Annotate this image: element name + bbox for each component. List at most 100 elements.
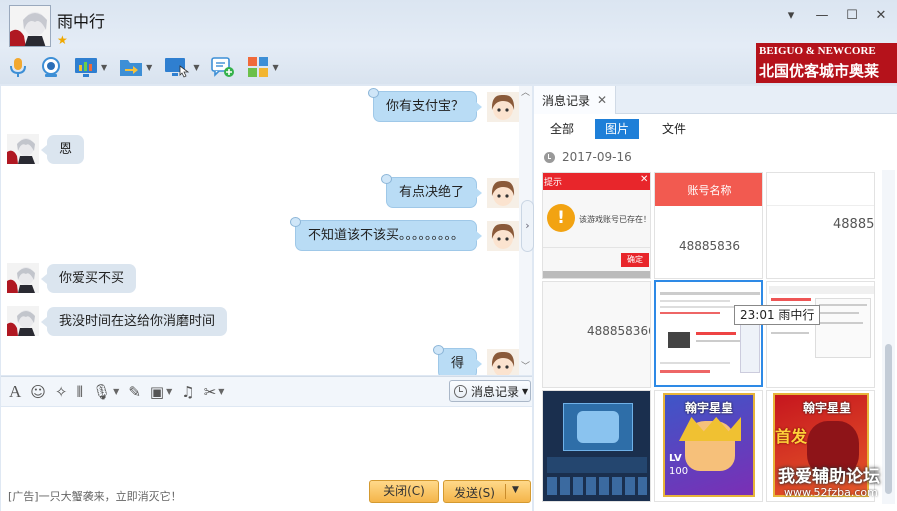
- watermark-logo: 我爱辅助论坛: [778, 467, 880, 487]
- shake-window-icon[interactable]: ⦀: [77, 383, 84, 401]
- chat-message-area: 你有支付宝？ 恩 有点决绝了 不知道该不该买。。。。。。。。。 你爱买不买 我没…: [1, 86, 532, 375]
- my-avatar[interactable]: [487, 177, 519, 208]
- close-button[interactable]: 关闭(C): [369, 480, 439, 503]
- maximize-icon[interactable]: ☐: [841, 6, 863, 26]
- card-name: 翰宇星皇: [803, 401, 852, 415]
- thumb-dialog-button: 确定: [621, 253, 649, 267]
- screenshot-scissors-icon[interactable]: ✂ ▼: [204, 383, 225, 401]
- message-row: 我没时间在这给你消磨时间: [7, 306, 228, 336]
- message-row: 恩: [7, 134, 85, 164]
- chevron-down-icon: ▼: [101, 62, 108, 72]
- message-bubble[interactable]: 得: [432, 345, 483, 375]
- date-group-header: 2017-09-16: [544, 150, 632, 164]
- message-bubble[interactable]: 我没时间在这给你消磨时间: [40, 306, 228, 336]
- ad-banner-subtitle: 北国优客城市奥莱: [759, 62, 880, 80]
- close-icon: ✕: [640, 174, 649, 185]
- message-bubble[interactable]: 你爱买不买: [40, 263, 137, 293]
- message-history-panel: 消息记录 ✕ 全部 图片 文件 2017-09-16 提示 ✕ ! 该游戏账号已…: [534, 86, 897, 511]
- send-file-button[interactable]: ▼: [119, 56, 152, 78]
- chat-header: 雨中行 ★ ▾ — ☐ ✕ ▼ ▼ ▼ ▼ BEIGUO & NEWCORE 北…: [0, 0, 897, 84]
- image-thumbnail[interactable]: [766, 281, 875, 388]
- my-avatar[interactable]: [487, 91, 519, 122]
- filter-files[interactable]: 文件: [652, 119, 696, 139]
- send-options-icon[interactable]: ▼: [512, 485, 519, 495]
- video-call-button[interactable]: [40, 56, 62, 78]
- message-bubble[interactable]: 不知道该不该买。。。。。。。。。: [289, 217, 483, 251]
- chat-add-icon: [211, 57, 235, 77]
- message-bubble[interactable]: 你有支付宝？: [367, 88, 483, 122]
- chevron-down-icon: ▼: [166, 387, 173, 396]
- chevron-down-icon: ▼: [218, 387, 225, 396]
- message-bubble[interactable]: 有点决绝了: [380, 174, 483, 208]
- thumb-value: 488858: [833, 217, 875, 232]
- message-history-label: 消息记录: [471, 384, 520, 399]
- contact-avatar-small[interactable]: [7, 134, 39, 164]
- folder-arrow-icon: [120, 60, 143, 76]
- card-level-value: 100: [669, 466, 689, 477]
- edit-icon[interactable]: ✎: [128, 383, 141, 401]
- image-thumbnail[interactable]: [542, 390, 651, 502]
- chevron-down-icon: ▼: [522, 386, 529, 396]
- message-row: 有点决绝了: [380, 174, 519, 208]
- message-history-button[interactable]: 消息记录 ▼: [449, 380, 531, 402]
- chevron-down-icon: ▼: [193, 62, 200, 72]
- remote-desktop-button[interactable]: ▼: [74, 56, 107, 78]
- image-icon[interactable]: ▣ ▼: [150, 383, 172, 401]
- thumb-dialog-message: 该游戏账号已存在！: [579, 215, 651, 224]
- contact-avatar-small[interactable]: [7, 263, 39, 293]
- ad-banner[interactable]: BEIGUO & NEWCORE 北国优客城市奥莱: [756, 43, 897, 83]
- screen-share-button[interactable]: ▼: [164, 56, 199, 78]
- panel-scrollbar-thumb[interactable]: [885, 344, 892, 494]
- close-tab-icon[interactable]: ✕: [597, 93, 607, 107]
- dropdown-icon[interactable]: ▾: [780, 6, 802, 26]
- image-thumbnail[interactable]: 488858: [766, 172, 875, 279]
- apps-grid-icon: [248, 57, 269, 77]
- scroll-down-icon[interactable]: ﹀: [520, 362, 531, 372]
- filter-images[interactable]: 图片: [595, 119, 640, 139]
- image-thumbnail[interactable]: 翰宇星皇 LV 100: [654, 390, 763, 502]
- chart-monitor-icon: [75, 58, 97, 77]
- magic-wand-icon[interactable]: ✧: [55, 383, 68, 401]
- main-toolbar: ▼ ▼ ▼ ▼: [8, 54, 291, 80]
- card-name: 翰宇星皇: [685, 401, 734, 415]
- new-discussion-button[interactable]: [211, 56, 235, 78]
- font-icon[interactable]: A: [9, 382, 21, 402]
- my-avatar[interactable]: [487, 220, 519, 251]
- message-row: 得: [432, 345, 519, 375]
- thumb-header: 账号名称: [687, 184, 732, 197]
- my-avatar[interactable]: [487, 348, 519, 375]
- voice-call-button[interactable]: [8, 56, 28, 78]
- image-thumbnail[interactable]: 提示 ✕ ! 该游戏账号已存在！ 确定: [542, 172, 651, 279]
- close-window-icon[interactable]: ✕: [870, 6, 892, 26]
- card-level-label: LV: [669, 453, 682, 464]
- collapse-panel-handle[interactable]: ›: [521, 200, 534, 252]
- message-row: 你有支付宝？: [367, 88, 519, 122]
- message-bubble[interactable]: 恩: [40, 134, 85, 164]
- star-icon[interactable]: ★: [57, 33, 68, 47]
- date-label: 2017-09-16: [562, 150, 632, 164]
- panel-tabbar: 消息记录 ✕: [534, 86, 897, 114]
- filter-all[interactable]: 全部: [540, 119, 584, 139]
- emoji-icon[interactable]: ☺: [30, 383, 46, 401]
- thumb-dialog-title: 提示: [544, 178, 563, 188]
- ad-text-link[interactable]: [广告]一只大蟹袭来，立即消灭它！: [8, 488, 182, 504]
- thumb-value: 488858366: [587, 324, 651, 338]
- screen-share-icon: [165, 58, 190, 78]
- warning-icon: !: [547, 204, 575, 232]
- tab-label: 消息记录: [542, 93, 591, 108]
- music-icon[interactable]: ♫: [181, 383, 194, 401]
- image-thumbnail[interactable]: 488858366: [542, 281, 651, 388]
- minimize-icon[interactable]: —: [811, 6, 833, 26]
- image-thumbnail-selected[interactable]: [654, 280, 763, 387]
- apps-button[interactable]: ▼: [247, 56, 279, 78]
- voice-message-icon[interactable]: 🎙 ▼: [92, 383, 119, 401]
- tab-message-history[interactable]: 消息记录 ✕: [534, 86, 617, 114]
- scroll-up-icon[interactable]: ︿: [520, 88, 531, 98]
- image-thumbnail[interactable]: 账号名称 48885836: [654, 172, 763, 279]
- send-button-label: 发送(S): [454, 486, 495, 500]
- contact-avatar[interactable]: [9, 5, 51, 47]
- send-button[interactable]: 发送(S) ▼: [443, 480, 531, 503]
- contact-avatar-small[interactable]: [7, 306, 39, 336]
- webcam-icon: [42, 57, 60, 77]
- microphone-icon: [10, 58, 26, 77]
